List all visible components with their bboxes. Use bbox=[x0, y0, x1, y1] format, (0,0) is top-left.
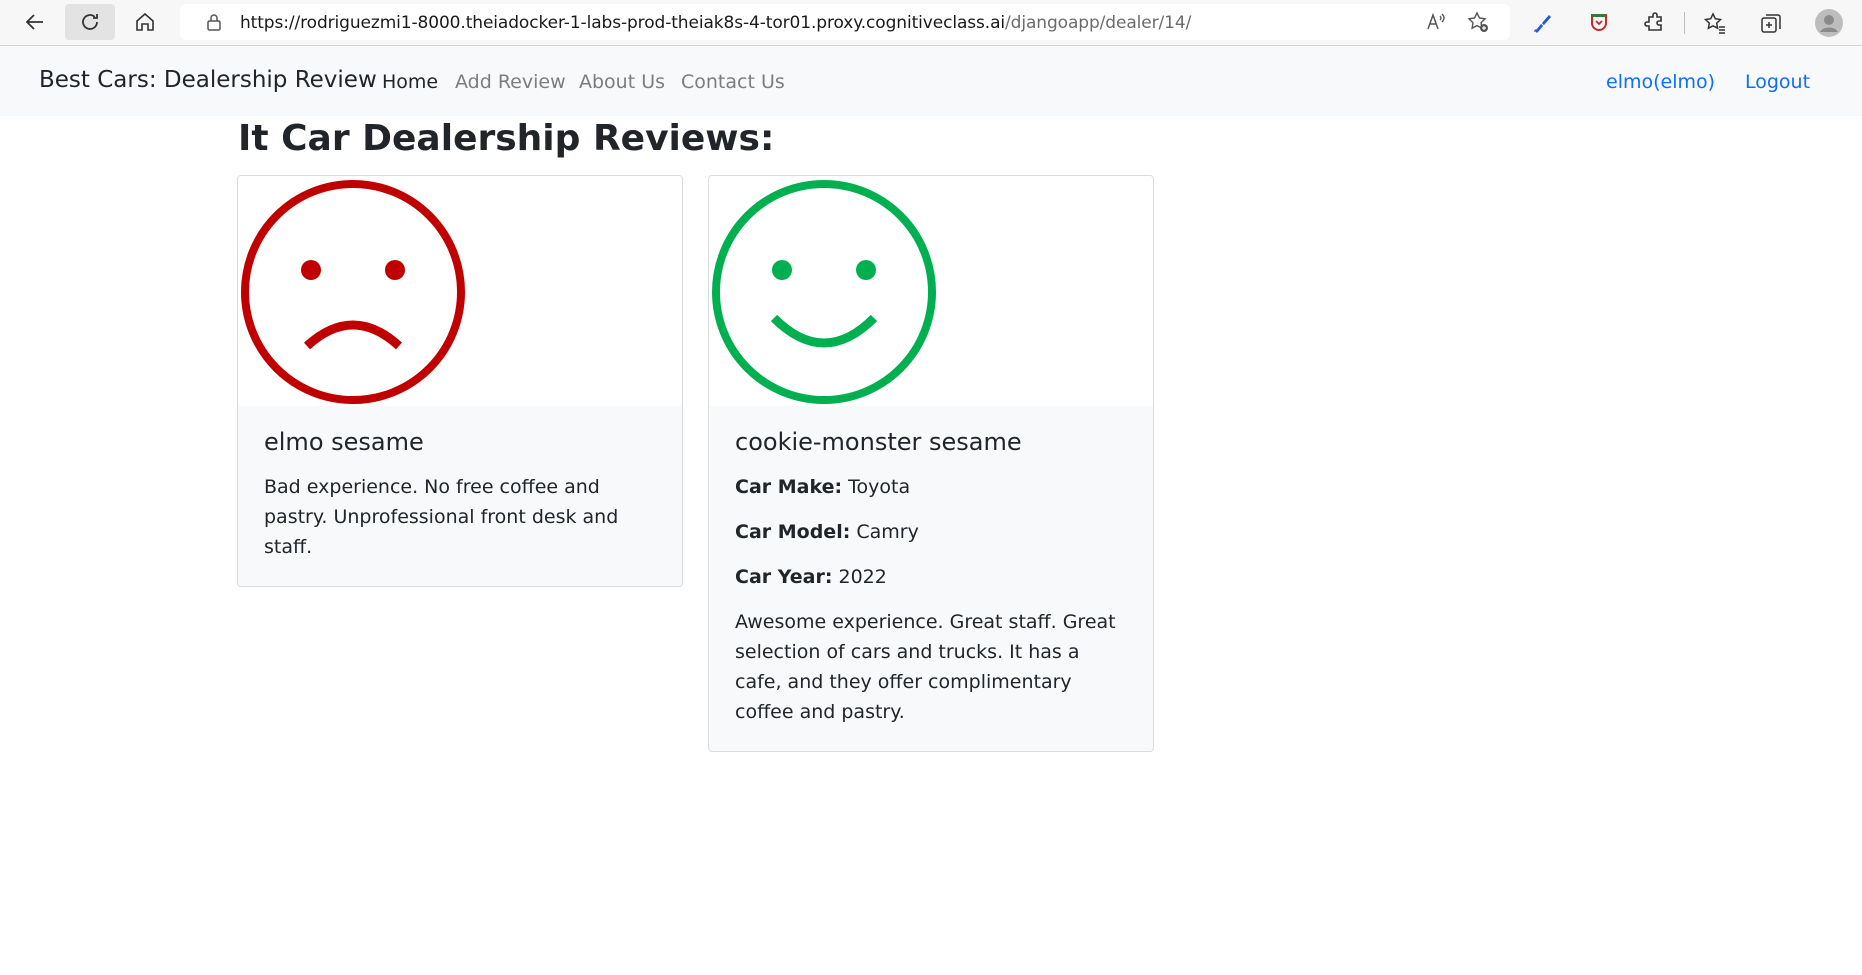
refresh-button[interactable] bbox=[65, 4, 115, 40]
car-year: Car Year: 2022 bbox=[735, 562, 1127, 592]
browser-toolbar: https://rodriguezmi1-8000.theiadocker-1-… bbox=[0, 0, 1862, 46]
review-card-body: elmo sesame Bad experience. No free coff… bbox=[238, 406, 682, 586]
read-aloud-icon[interactable] bbox=[1424, 10, 1448, 34]
address-bar[interactable]: https://rodriguezmi1-8000.theiadocker-1-… bbox=[180, 4, 1510, 40]
url-path: /djangoapp/dealer/14/ bbox=[1005, 13, 1192, 33]
review-card-body: cookie-monster sesame Car Make: Toyota C… bbox=[709, 406, 1153, 751]
favorites-icon[interactable] bbox=[1702, 10, 1728, 36]
nav-about-us-link[interactable]: About Us bbox=[579, 71, 665, 93]
car-make-value: Toyota bbox=[848, 476, 911, 498]
car-model: Car Model: Camry bbox=[735, 517, 1127, 547]
review-text: Awesome experience. Great staff. Great s… bbox=[735, 611, 1116, 723]
happy-face-icon bbox=[712, 180, 936, 404]
nav-contact-us-link[interactable]: Contact Us bbox=[681, 71, 785, 93]
refresh-icon bbox=[82, 14, 98, 30]
url-text: https://rodriguezmi1-8000.theiadocker-1-… bbox=[240, 13, 1191, 33]
car-make: Car Make: Toyota bbox=[735, 472, 1127, 502]
review-card: elmo sesame Bad experience. No free coff… bbox=[237, 175, 683, 587]
home-button[interactable] bbox=[120, 4, 170, 40]
home-icon bbox=[136, 12, 154, 31]
lock-icon bbox=[207, 14, 221, 31]
car-year-value: 2022 bbox=[838, 566, 887, 588]
review-text: Bad experience. No free coffee and pastr… bbox=[264, 476, 619, 558]
collections-icon[interactable] bbox=[1758, 10, 1784, 36]
sad-face-icon bbox=[241, 180, 465, 404]
back-button[interactable] bbox=[10, 4, 60, 40]
toolbar-divider bbox=[1684, 12, 1685, 34]
user-profile-link[interactable]: elmo(elmo) bbox=[1606, 71, 1715, 93]
review-card: cookie-monster sesame Car Make: Toyota C… bbox=[708, 175, 1154, 752]
car-year-label: Car Year: bbox=[735, 566, 833, 588]
add-favorite-icon[interactable] bbox=[1466, 10, 1490, 34]
pen-extension-icon[interactable] bbox=[1530, 10, 1556, 36]
back-arrow-icon bbox=[25, 14, 43, 30]
extensions-puzzle-icon[interactable] bbox=[1641, 10, 1667, 36]
reviewer-name: elmo sesame bbox=[264, 428, 424, 456]
nav-home-link[interactable]: Home bbox=[382, 71, 438, 93]
page-title: It Car Dealership Reviews: bbox=[238, 118, 775, 159]
car-make-label: Car Make: bbox=[735, 476, 843, 498]
car-model-label: Car Model: bbox=[735, 521, 851, 543]
review-sentiment-image bbox=[709, 176, 1153, 406]
review-sentiment-image bbox=[238, 176, 682, 406]
car-model-value: Camry bbox=[856, 521, 919, 543]
site-navbar: Best Cars: Dealership Review Home Add Re… bbox=[0, 47, 1862, 116]
profile-avatar-icon[interactable] bbox=[1814, 8, 1844, 38]
url-host: https://rodriguezmi1-8000.theiadocker-1-… bbox=[240, 13, 1006, 33]
reviewer-name: cookie-monster sesame bbox=[735, 428, 1022, 456]
nav-add-review-link[interactable]: Add Review bbox=[455, 71, 566, 93]
shield-extension-icon[interactable] bbox=[1586, 10, 1612, 36]
brand-link[interactable]: Best Cars: Dealership Review bbox=[39, 67, 377, 93]
logout-link[interactable]: Logout bbox=[1745, 71, 1810, 93]
